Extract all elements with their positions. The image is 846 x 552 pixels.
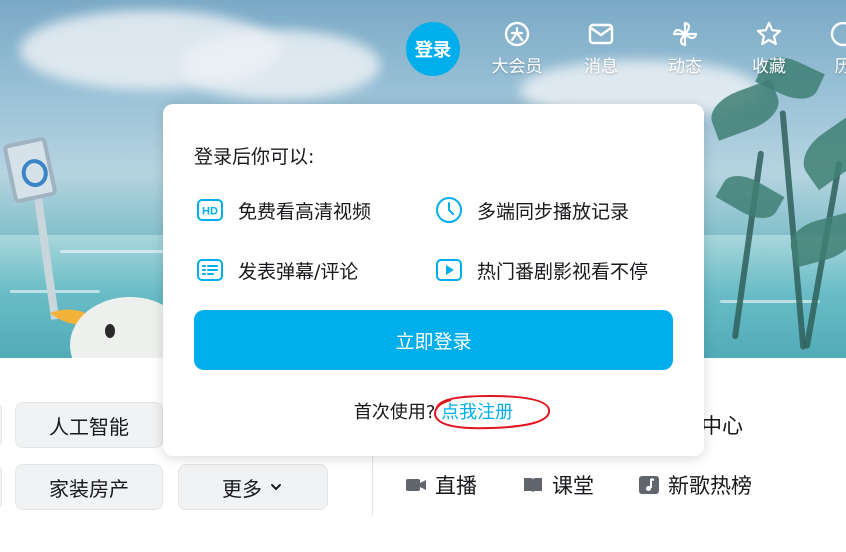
top-nav: 登录 大会员 消息 动态 收藏 历 [0, 14, 846, 84]
star-icon [756, 21, 782, 46]
red-annotation-circle [434, 394, 551, 430]
feature-label: 发表弹幕/评论 [238, 260, 359, 283]
nav-label-dynamic: 动态 [668, 57, 702, 77]
nav-label-message: 消息 [584, 57, 618, 77]
nav-item-dynamic[interactable]: 动态 [650, 20, 720, 77]
sea-streak [720, 300, 820, 303]
nav-item-message[interactable]: 消息 [566, 20, 636, 77]
live-icon [406, 479, 426, 491]
music-icon [639, 476, 659, 494]
nav-item-favorites[interactable]: 收藏 [734, 20, 804, 77]
classroom-label: 课堂 [552, 474, 594, 498]
classroom-icon [524, 478, 542, 493]
dynamic-icon [672, 21, 698, 47]
feature-label: 免费看高清视频 [238, 200, 372, 223]
sea-streak [60, 250, 180, 253]
chevron-down-icon [271, 484, 281, 491]
popup-title: 登录后你可以: [194, 146, 315, 168]
live-link[interactable]: 直播 [405, 470, 477, 500]
category-more-button[interactable]: 更多 [178, 464, 328, 510]
feature-anime: 热门番剧影视看不停 [435, 256, 648, 284]
hd-icon: HD [196, 196, 224, 224]
category-ai[interactable]: 人工智能 [15, 402, 163, 448]
feature-hd: HD 免费看高清视频 [196, 196, 371, 224]
register-link[interactable]: 点我注册 [434, 394, 551, 430]
svg-text:HD: HD [202, 206, 218, 218]
category-button-partial[interactable] [0, 464, 2, 510]
hot-songs-link[interactable]: 新歌热榜 [638, 470, 752, 500]
first-use-text: 首次使用? [353, 402, 436, 423]
nav-label-favorites: 收藏 [752, 57, 786, 77]
play-icon [435, 256, 463, 284]
feature-sync: 多端同步播放记录 [435, 196, 629, 224]
hot-songs-label: 新歌热榜 [668, 474, 752, 498]
register-row: 首次使用? 点我注册 [163, 394, 704, 430]
login-popup: 登录后你可以: HD 免费看高清视频 多端同步播放记录 发表弹幕/评论 热门番剧… [163, 104, 704, 456]
feature-label: 多端同步播放记录 [477, 200, 630, 223]
nav-label-vip: 大会员 [491, 57, 543, 77]
login-now-button[interactable]: 立即登录 [194, 310, 673, 370]
more-label: 更多 [222, 476, 262, 501]
nav-item-history[interactable]: 历 [808, 20, 846, 77]
danmaku-icon [196, 256, 224, 284]
login-avatar-button[interactable]: 登录 [406, 22, 460, 76]
live-label: 直播 [435, 474, 477, 498]
history-icon [830, 21, 846, 47]
nav-label-history: 历 [834, 57, 846, 77]
clock-icon [435, 196, 463, 224]
category-home[interactable]: 家装房产 [15, 464, 163, 510]
message-icon [588, 23, 614, 45]
classroom-link[interactable]: 课堂 [522, 470, 594, 500]
feature-label: 热门番剧影视看不停 [477, 260, 649, 283]
feature-danmaku: 发表弹幕/评论 [196, 256, 358, 284]
vip-icon [504, 21, 530, 47]
category-button-partial[interactable] [0, 402, 2, 448]
category-divider [372, 455, 373, 515]
sign-board [2, 136, 58, 204]
nav-item-vip[interactable]: 大会员 [482, 20, 552, 77]
